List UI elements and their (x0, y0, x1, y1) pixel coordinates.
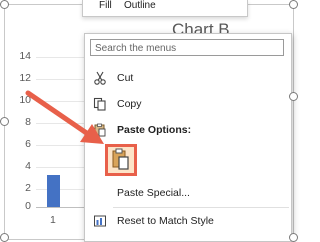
paste-keep-formatting-button[interactable] (105, 144, 137, 176)
menu-item-reset-to-match-style[interactable]: Reset to Match Style (85, 212, 291, 232)
resize-handle-middle-right[interactable] (289, 92, 298, 101)
menu-item-label: Reset to Match Style (117, 215, 214, 227)
menu-item-copy[interactable]: Copy (85, 95, 291, 115)
resize-handle-middle-left[interactable] (0, 117, 9, 126)
resize-handle-bottom-right[interactable] (289, 233, 298, 242)
y-axis-tick-label: 12 (19, 72, 31, 84)
menu-item-paste-special[interactable]: Paste Special... (85, 184, 291, 204)
reset-style-icon (94, 215, 106, 227)
y-axis-tick-label: 0 (25, 200, 31, 212)
y-axis-tick-label: 14 (19, 50, 31, 62)
search-menus-input[interactable]: Search the menus (90, 39, 284, 56)
resize-handle-bottom-left[interactable] (0, 233, 9, 242)
y-axis-tick-label: 2 (25, 182, 31, 194)
clipboard-icon (94, 123, 106, 137)
y-axis-tick-label: 8 (25, 116, 31, 128)
y-axis-tick-label: 4 (25, 160, 31, 172)
resize-handle-top-right[interactable] (289, 0, 298, 9)
context-menu: Search the menus Cut Copy Paste Options:… (84, 33, 292, 242)
menu-item-label: Paste Special... (117, 187, 190, 199)
menu-item-label: Paste Options: (117, 124, 192, 136)
y-axis-tick-label: 6 (25, 138, 31, 150)
outline-button[interactable]: Outline (124, 0, 156, 11)
mini-toolbar: Fill Outline (82, 0, 248, 17)
resize-handle-top-left[interactable] (0, 0, 9, 9)
scissors-icon (94, 71, 106, 85)
menu-item-label: Cut (117, 72, 134, 84)
fill-button[interactable]: Fill (99, 0, 112, 11)
copy-icon (93, 97, 106, 111)
paste-options-header: Paste Options: (85, 121, 291, 141)
paste-keep-formatting-icon (112, 148, 129, 170)
x-axis-category-label: 1 (50, 214, 56, 226)
chart-bar[interactable] (47, 174, 60, 207)
y-axis-tick-label: 10 (19, 94, 31, 106)
menu-separator (113, 207, 289, 208)
menu-item-label: Copy (117, 98, 142, 110)
menu-item-cut[interactable]: Cut (85, 69, 291, 89)
